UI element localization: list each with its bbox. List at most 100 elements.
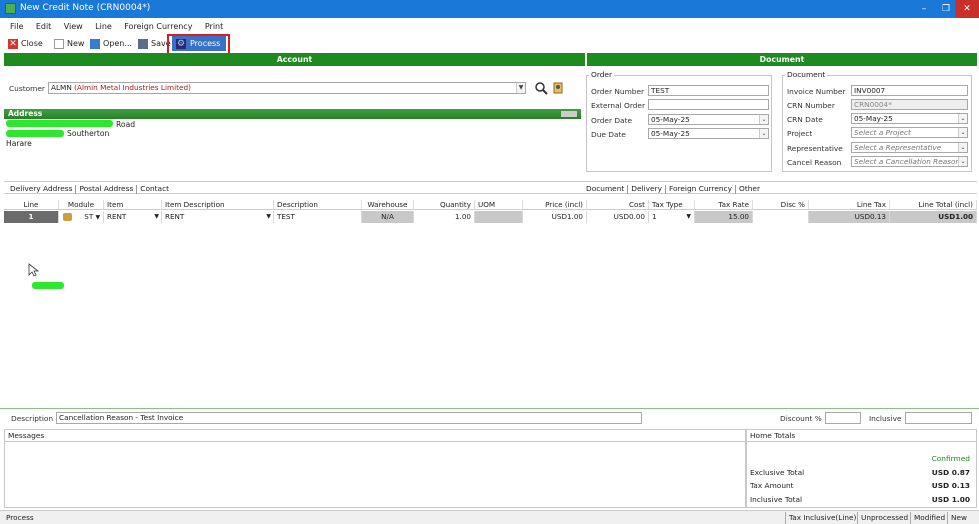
address-line2: Southerton xyxy=(67,129,110,138)
cell-line: 1 xyxy=(4,211,59,223)
col-tax-rate[interactable]: Tax Rate xyxy=(695,200,753,210)
tab-postal-address[interactable]: Postal Address xyxy=(79,184,133,193)
home-totals-title: Home Totals xyxy=(747,430,976,442)
order-number-field[interactable]: TEST xyxy=(648,85,769,96)
col-module[interactable]: Module xyxy=(59,200,104,210)
order-date-label: Order Date xyxy=(591,116,633,125)
close-window-button[interactable]: ✕ xyxy=(955,0,979,18)
chevron-down-icon[interactable]: ⌄ xyxy=(958,114,967,123)
status-confirmed: Confirmed xyxy=(931,454,970,463)
toolbar: ✕ Close New Open... Save ⚙ Process xyxy=(0,35,979,52)
cancel-reason-select[interactable]: Select a Cancellation Reason ⌄ xyxy=(851,156,968,167)
open-button[interactable]: Open... xyxy=(90,36,132,51)
discount-field[interactable] xyxy=(825,412,861,424)
col-warehouse[interactable]: Warehouse xyxy=(362,200,414,210)
app-icon xyxy=(5,3,16,14)
customer-field[interactable]: ALMN (Almin Metal Industries Limited) ▼ xyxy=(48,82,526,94)
col-line-total[interactable]: Line Total (incl) xyxy=(890,200,977,210)
tab-other[interactable]: Other xyxy=(739,184,760,193)
cell-cost[interactable]: USD0.00 xyxy=(587,211,649,223)
menu-file[interactable]: File xyxy=(10,22,23,31)
new-button[interactable]: New xyxy=(54,36,84,51)
status-bar: Process Tax Inclusive(Line) Unprocessed … xyxy=(0,510,979,524)
menu-edit[interactable]: Edit xyxy=(36,22,52,31)
col-description[interactable]: Description xyxy=(274,200,362,210)
minimize-button[interactable]: – xyxy=(913,0,935,18)
invoice-number-field[interactable]: INV0007 xyxy=(851,85,968,96)
customer-card-icon[interactable] xyxy=(552,82,564,94)
divider xyxy=(0,408,979,409)
chevron-down-icon[interactable]: ▼ xyxy=(154,211,159,223)
order-date-field[interactable]: 05-May-25 ⌄ xyxy=(648,114,769,125)
cell-item[interactable]: RENT ▼ xyxy=(104,211,162,223)
document-group-title: Document xyxy=(785,70,828,79)
status-text: Process xyxy=(6,513,34,522)
cell-price[interactable]: USD1.00 xyxy=(523,211,587,223)
due-date-field[interactable]: 05-May-25 ⌄ xyxy=(648,128,769,139)
crn-date-field[interactable]: 05-May-25 ⌄ xyxy=(851,113,968,124)
status-tax-inclusive: Tax Inclusive(Line) xyxy=(785,512,859,524)
chevron-down-icon[interactable]: ⌄ xyxy=(759,129,768,138)
col-quantity[interactable]: Quantity xyxy=(414,200,475,210)
inclusive-label: Inclusive xyxy=(869,414,902,423)
menu-print[interactable]: Print xyxy=(205,22,223,31)
col-tax-type[interactable]: Tax Type xyxy=(649,200,695,210)
inclusive-field[interactable] xyxy=(905,412,972,424)
crn-number-field: CRN0004* xyxy=(851,99,968,110)
maximize-button[interactable]: ❐ xyxy=(935,0,957,18)
external-order-label: External Order xyxy=(591,101,646,110)
col-cost[interactable]: Cost xyxy=(587,200,649,210)
due-date-label: Due Date xyxy=(591,130,626,139)
tax-amount-label: Tax Amount xyxy=(750,481,794,490)
tab-delivery-address[interactable]: Delivery Address xyxy=(10,184,72,193)
save-button[interactable]: Save xyxy=(138,36,171,51)
chevron-down-icon[interactable]: ⌄ xyxy=(958,157,967,166)
cell-quantity[interactable]: 1.00 xyxy=(414,211,475,223)
col-price[interactable]: Price (incl) xyxy=(523,200,587,210)
menu-line[interactable]: Line xyxy=(95,22,112,31)
close-button[interactable]: ✕ Close xyxy=(8,36,43,51)
address-menu-icon[interactable] xyxy=(561,111,577,117)
cell-module[interactable]: ST ▼ xyxy=(59,211,104,223)
col-item-description[interactable]: Item Description xyxy=(162,200,274,210)
menu-view[interactable]: View xyxy=(64,22,83,31)
chevron-down-icon[interactable]: ⌄ xyxy=(759,115,768,124)
cell-disc[interactable] xyxy=(753,211,809,223)
menu-foreign-currency[interactable]: Foreign Currency xyxy=(124,22,192,31)
cell-item-description[interactable]: RENT ▼ xyxy=(162,211,274,223)
col-uom[interactable]: UOM xyxy=(475,200,523,210)
chevron-down-icon[interactable]: ▼ xyxy=(266,211,271,223)
chevron-down-icon[interactable]: ⌄ xyxy=(958,143,967,152)
cell-description[interactable]: TEST xyxy=(274,211,362,223)
invoice-number-label: Invoice Number xyxy=(787,87,846,96)
redacted-address-1 xyxy=(6,120,113,127)
new-document-icon xyxy=(54,39,64,49)
status-new: New xyxy=(947,512,970,524)
cell-tax-type[interactable]: 1 ▼ xyxy=(649,211,695,223)
title-bar: New Credit Note (CRN0004*) – ❐ ✕ xyxy=(0,0,979,18)
project-label: Project xyxy=(787,129,813,138)
chevron-down-icon[interactable]: ⌄ xyxy=(958,128,967,137)
cell-warehouse[interactable]: N/A xyxy=(362,211,414,223)
col-disc[interactable]: Disc % xyxy=(753,200,809,210)
tab-contact[interactable]: Contact xyxy=(140,184,169,193)
col-line[interactable]: Line xyxy=(4,200,59,210)
status-modified: Modified xyxy=(910,512,948,524)
cell-uom[interactable] xyxy=(475,211,523,223)
representative-select[interactable]: Select a Representative ⌄ xyxy=(851,142,968,153)
col-item[interactable]: Item xyxy=(104,200,162,210)
external-order-field[interactable] xyxy=(648,99,769,110)
save-icon xyxy=(138,39,148,49)
tab-delivery[interactable]: Delivery xyxy=(631,184,662,193)
tab-foreign-currency[interactable]: Foreign Currency xyxy=(669,184,732,193)
chevron-down-icon[interactable]: ▼ xyxy=(96,214,101,221)
chevron-down-icon[interactable]: ▼ xyxy=(516,83,525,93)
tab-document[interactable]: Document xyxy=(586,184,624,193)
crn-date-label: CRN Date xyxy=(787,115,823,124)
col-line-tax[interactable]: Line Tax xyxy=(809,200,890,210)
cancel-reason-label: Cancel Reason xyxy=(787,158,842,167)
chevron-down-icon[interactable]: ▼ xyxy=(686,211,691,223)
search-icon[interactable] xyxy=(534,81,548,95)
project-select[interactable]: Select a Project ⌄ xyxy=(851,127,968,138)
description-field[interactable]: Cancellation Reason - Test Invoice xyxy=(56,412,642,424)
